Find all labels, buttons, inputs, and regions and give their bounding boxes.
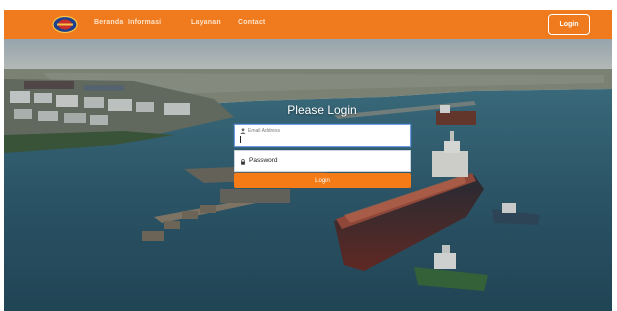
lock-icon [241, 159, 245, 165]
login-title: Please Login [287, 103, 357, 117]
email-field[interactable]: Email Address [234, 124, 411, 147]
navbar-login-button[interactable]: Login [548, 14, 590, 35]
email-field-label: Email Address [248, 128, 280, 134]
top-navbar: Beranda Informasi Layanan Contact Login [4, 10, 612, 39]
login-submit-button[interactable]: Login [234, 173, 411, 188]
nav-link-informasi[interactable]: Informasi [128, 19, 161, 26]
user-icon [240, 128, 246, 134]
text-cursor [240, 136, 241, 143]
company-logo-icon[interactable] [52, 15, 78, 34]
nav-link-layanan[interactable]: Layanan [191, 19, 221, 26]
nav-link-beranda[interactable]: Beranda [94, 19, 123, 26]
password-field[interactable]: Password [234, 150, 411, 172]
page-frame: Beranda Informasi Layanan Contact Login … [4, 10, 612, 311]
nav-link-contact[interactable]: Contact [238, 19, 265, 26]
password-placeholder: Password [249, 157, 278, 164]
